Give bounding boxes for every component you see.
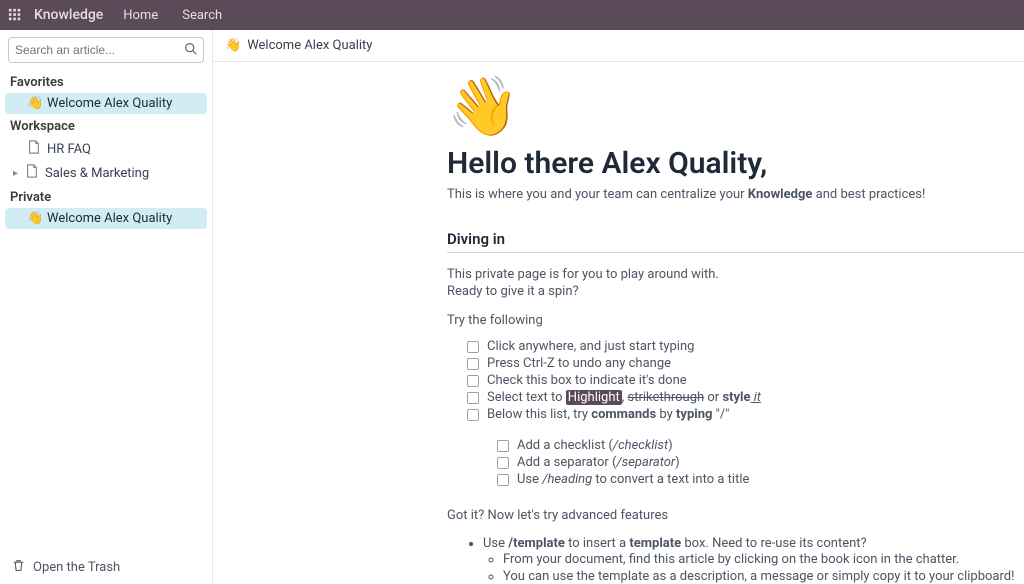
- trash-label: Open the Trash: [33, 560, 120, 575]
- check-item[interactable]: Add a separator (/separator): [497, 454, 1024, 471]
- section-private: Private: [0, 185, 212, 208]
- sidebar-item-sales-marketing[interactable]: ▸ Sales & Marketing: [5, 161, 207, 185]
- para-play[interactable]: This private page is for you to play aro…: [447, 267, 1024, 282]
- list-item[interactable]: You can use the template as a descriptio…: [503, 568, 1024, 584]
- nav-search[interactable]: Search: [172, 4, 232, 27]
- got-it-label[interactable]: Got it? Now let's try advanced features: [447, 508, 1024, 523]
- page-icon: [27, 140, 41, 158]
- breadcrumb: 👋 Welcome Alex Quality: [213, 30, 1024, 62]
- subtitle[interactable]: This is where you and your team can cent…: [447, 187, 1024, 202]
- bullet-list: Use /template to insert a template box. …: [483, 535, 1024, 584]
- check-item[interactable]: Click anywhere, and just start typing: [467, 338, 1024, 355]
- nav-home[interactable]: Home: [113, 4, 168, 27]
- sidebar: Favorites 👋 Welcome Alex Quality Workspa…: [0, 30, 213, 584]
- wave-icon: 👋: [27, 211, 41, 226]
- hero-emoji[interactable]: 👋: [447, 78, 1024, 136]
- breadcrumb-title[interactable]: Welcome Alex Quality: [247, 38, 372, 53]
- check-item[interactable]: Use /heading to convert a text into a ti…: [497, 471, 1024, 488]
- nested-checklist: Add a checklist (/checklist) Add a separ…: [497, 437, 1024, 488]
- article-content[interactable]: 👋 Hello there Alex Quality, This is wher…: [213, 62, 1024, 584]
- sidebar-item-label: Welcome Alex Quality: [47, 96, 172, 111]
- sidebar-item-label: HR FAQ: [47, 142, 91, 157]
- apps-icon[interactable]: [8, 8, 22, 22]
- checkbox[interactable]: [497, 474, 509, 486]
- checkbox[interactable]: [467, 358, 479, 370]
- section-workspace: Workspace: [0, 114, 212, 137]
- sidebar-item-label: Sales & Marketing: [45, 166, 149, 181]
- checkbox[interactable]: [497, 457, 509, 469]
- page-icon: [25, 164, 39, 182]
- search-input[interactable]: [15, 43, 184, 57]
- sidebar-item-welcome-fav[interactable]: 👋 Welcome Alex Quality: [5, 93, 207, 114]
- app-title[interactable]: Knowledge: [28, 3, 109, 27]
- trash-icon: [12, 559, 25, 576]
- check-item[interactable]: Press Ctrl-Z to undo any change: [467, 355, 1024, 372]
- checkbox[interactable]: [467, 375, 479, 387]
- checkbox[interactable]: [467, 392, 479, 404]
- list-item[interactable]: Use /template to insert a template box. …: [483, 535, 1024, 584]
- check-item[interactable]: Below this list, try commands by typing …: [467, 406, 1024, 423]
- sidebar-item-welcome-private[interactable]: 👋 Welcome Alex Quality: [5, 208, 207, 229]
- page-title[interactable]: Hello there Alex Quality,: [447, 146, 1024, 181]
- wave-icon: 👋: [225, 38, 241, 53]
- try-label[interactable]: Try the following: [447, 313, 1024, 328]
- check-item[interactable]: Check this box to indicate it's done: [467, 372, 1024, 389]
- search-icon[interactable]: [184, 42, 197, 59]
- checklist: Click anywhere, and just start typing Pr…: [467, 338, 1024, 423]
- check-item[interactable]: Select text to Highlight, strikethrough …: [467, 389, 1024, 406]
- wave-icon: 👋: [27, 96, 41, 111]
- sidebar-item-label: Welcome Alex Quality: [47, 211, 172, 226]
- sidebar-item-hr-faq[interactable]: HR FAQ: [5, 137, 207, 161]
- section-favorites: Favorites: [0, 70, 212, 93]
- open-trash-link[interactable]: Open the Trash: [0, 551, 212, 584]
- checkbox[interactable]: [497, 440, 509, 452]
- checkbox[interactable]: [467, 341, 479, 353]
- checkbox[interactable]: [467, 409, 479, 421]
- search-input-wrap[interactable]: [8, 37, 204, 63]
- chevron-right-icon[interactable]: ▸: [13, 168, 21, 179]
- diving-in-heading[interactable]: Diving in: [447, 230, 1024, 253]
- para-spin[interactable]: Ready to give it a spin?: [447, 284, 1024, 299]
- check-item[interactable]: Add a checklist (/checklist): [497, 437, 1024, 454]
- list-item[interactable]: From your document, find this article by…: [503, 551, 1024, 568]
